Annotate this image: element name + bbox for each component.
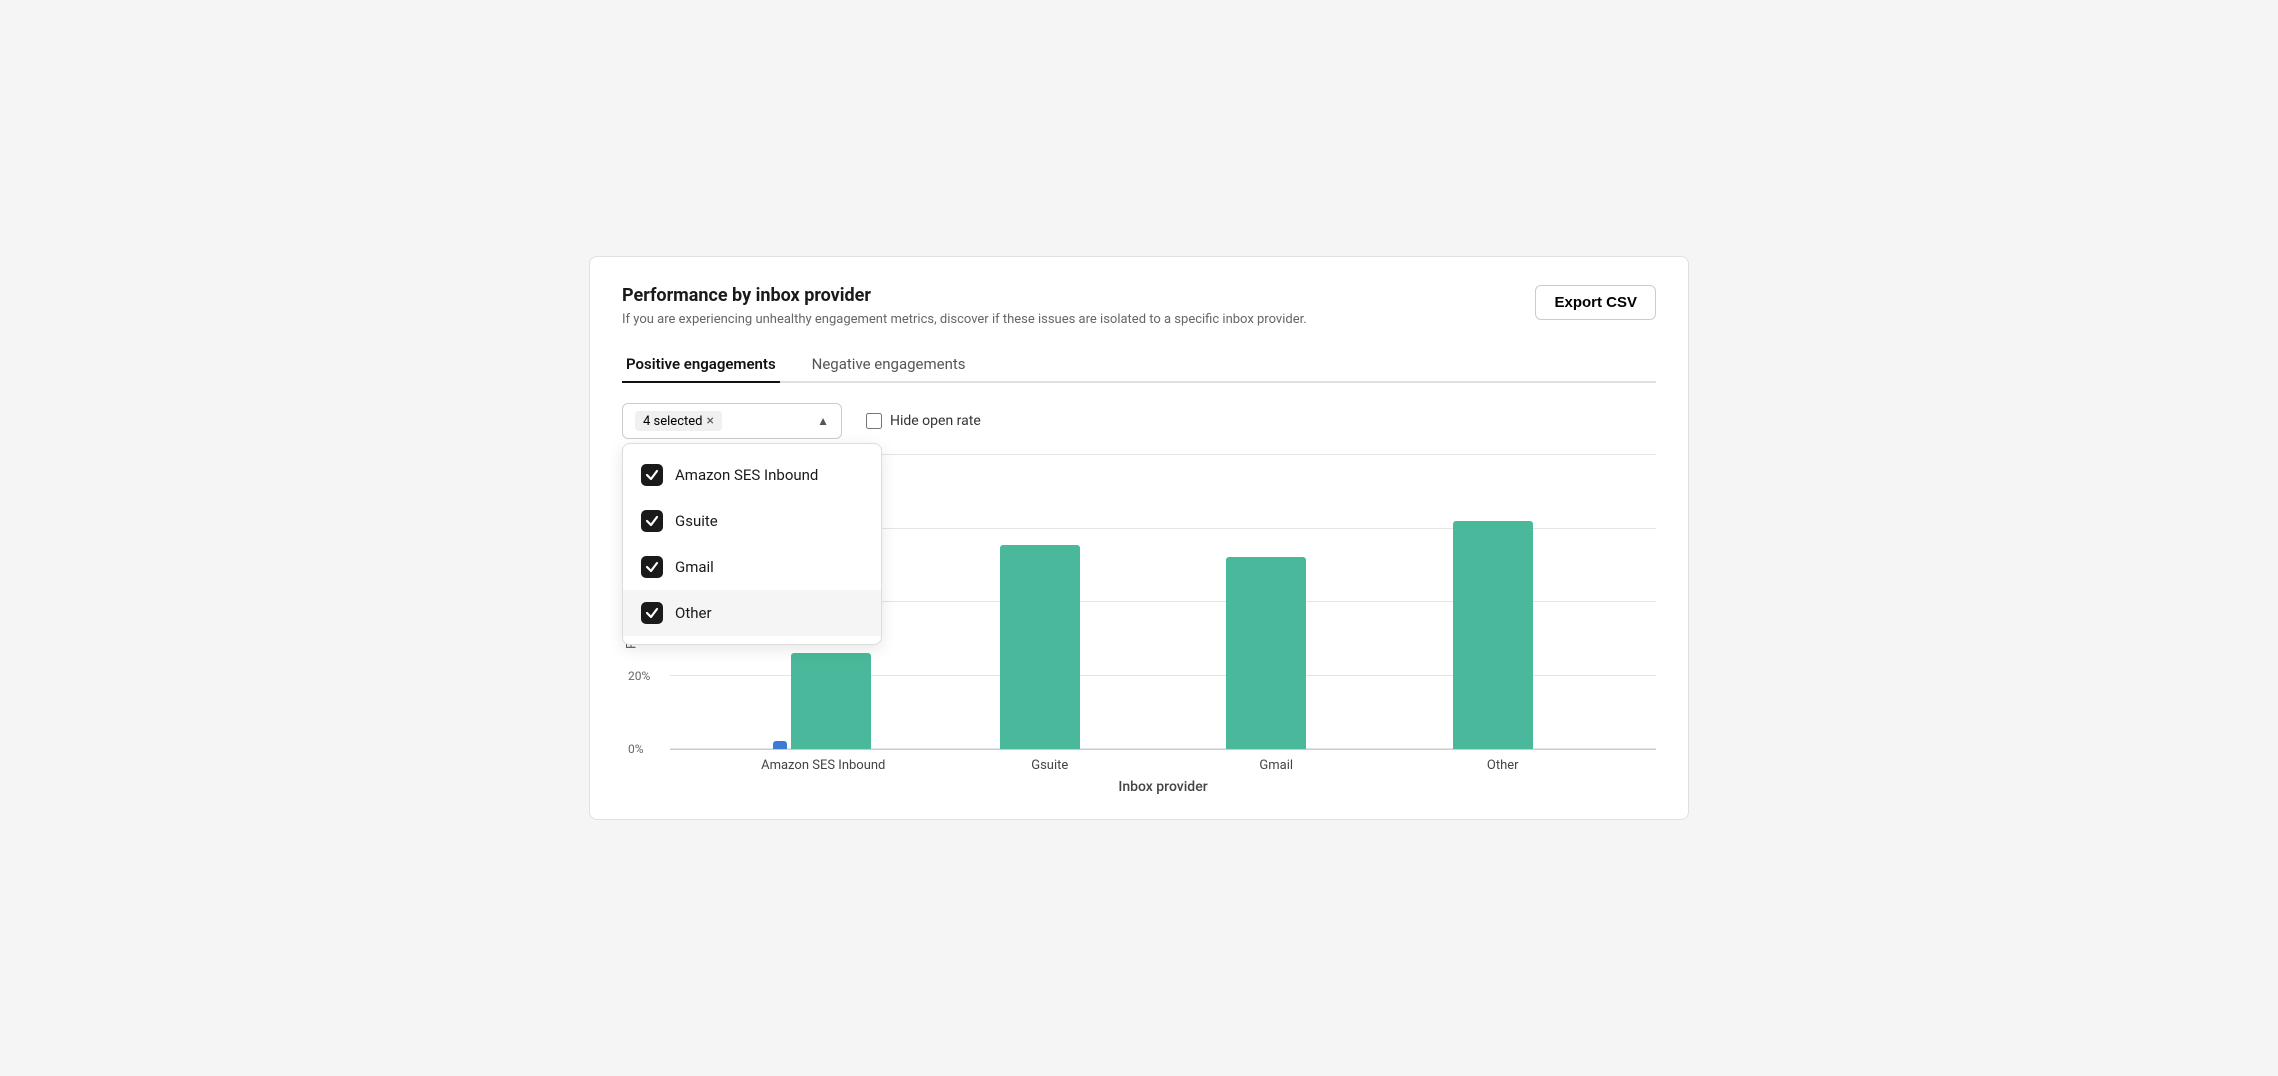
checkbox-gmail-icon	[641, 556, 663, 578]
x-axis-labels: Amazon SES Inbound Gsuite Gmail Other	[670, 750, 1656, 773]
bar-group-other	[1390, 521, 1617, 749]
bar-green-gmail	[1226, 557, 1306, 749]
bar-pair-other	[1453, 521, 1553, 749]
dropdown-item-gmail[interactable]: Gmail	[623, 544, 881, 590]
controls-row: 4 selected × ▲ Amazon SES Inbound	[622, 403, 1656, 439]
x-label-gsuite: Gsuite	[937, 758, 1164, 773]
card-subtitle: If you are experiencing unhealthy engage…	[622, 312, 1307, 327]
card-header: Performance by inbox provider If you are…	[622, 285, 1656, 327]
x-label-other: Other	[1390, 758, 1617, 773]
checkbox-gsuite-icon	[641, 510, 663, 532]
chevron-up-icon: ▲	[817, 414, 829, 428]
card-title: Performance by inbox provider	[622, 285, 1307, 306]
provider-dropdown-wrapper: 4 selected × ▲ Amazon SES Inbound	[622, 403, 842, 439]
tab-negative-engagements[interactable]: Negative engagements	[808, 347, 970, 383]
dropdown-item-gsuite-label: Gsuite	[675, 512, 718, 530]
x-label-gmail: Gmail	[1163, 758, 1390, 773]
bar-pair-amazon	[773, 653, 873, 749]
grid-label-0: 0%	[628, 742, 644, 756]
dropdown-item-gsuite[interactable]: Gsuite	[623, 498, 881, 544]
tab-positive-engagements[interactable]: Positive engagements	[622, 347, 780, 383]
header-text: Performance by inbox provider If you are…	[622, 285, 1307, 327]
export-csv-button[interactable]: Export CSV	[1535, 285, 1656, 320]
dropdown-trigger-left: 4 selected ×	[635, 411, 722, 431]
main-card: Performance by inbox provider If you are…	[589, 256, 1689, 820]
bar-group-amazon	[710, 653, 937, 749]
checkbox-amazon-ses-icon	[641, 464, 663, 486]
bar-group-gmail	[1163, 557, 1390, 749]
x-axis-title: Inbox provider	[670, 779, 1656, 795]
x-label-amazon: Amazon SES Inbound	[710, 758, 937, 773]
bar-group-gsuite	[937, 545, 1164, 749]
bar-pair-gsuite	[1000, 545, 1100, 749]
tab-bar: Positive engagements Negative engagement…	[622, 347, 1656, 383]
hide-open-rate-text: Hide open rate	[890, 413, 981, 429]
dropdown-item-gmail-label: Gmail	[675, 558, 714, 576]
grid-label-20: 20%	[628, 669, 650, 683]
selected-count-label: 4 selected	[643, 414, 702, 429]
dropdown-item-other[interactable]: Other	[623, 590, 881, 636]
provider-dropdown-trigger[interactable]: 4 selected × ▲	[622, 403, 842, 439]
dropdown-item-amazon-ses[interactable]: Amazon SES Inbound	[623, 452, 881, 498]
hide-open-rate-label[interactable]: Hide open rate	[866, 413, 981, 429]
clear-selection-icon[interactable]: ×	[706, 413, 713, 429]
bar-green-amazon	[791, 653, 871, 749]
bar-green-other	[1453, 521, 1533, 749]
selected-badge: 4 selected ×	[635, 411, 722, 431]
provider-dropdown-menu: Amazon SES Inbound Gsuite Gmail	[622, 443, 882, 645]
bar-pair-gmail	[1226, 557, 1326, 749]
hide-open-rate-checkbox[interactable]	[866, 413, 882, 429]
bar-blue-amazon	[773, 741, 787, 749]
dropdown-item-amazon-ses-label: Amazon SES Inbound	[675, 466, 818, 484]
dropdown-item-other-label: Other	[675, 604, 712, 622]
bar-green-gsuite	[1000, 545, 1080, 749]
checkbox-other-icon	[641, 602, 663, 624]
